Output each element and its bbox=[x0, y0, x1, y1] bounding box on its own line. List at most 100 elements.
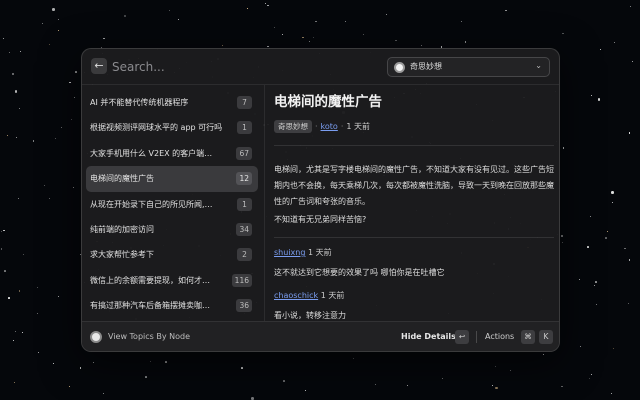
star bbox=[560, 234, 564, 238]
star bbox=[69, 81, 71, 84]
star bbox=[102, 393, 104, 395]
footer-separator bbox=[476, 331, 477, 343]
topic-list-item[interactable]: 微信上的余额需要提现，如何才… 116 bbox=[86, 268, 258, 293]
topic-list-item[interactable]: 大家手机用什么 V2EX 的客户端… 67 bbox=[86, 141, 258, 166]
star bbox=[20, 50, 22, 52]
reply-author-link[interactable]: chaoschick bbox=[274, 291, 318, 300]
star bbox=[14, 330, 16, 332]
topic-title: 大家手机用什么 V2EX 的客户端… bbox=[90, 148, 213, 158]
star bbox=[57, 18, 59, 20]
back-button[interactable]: ← bbox=[91, 58, 107, 74]
topic-title: 电梯间的魔性广告 bbox=[90, 174, 154, 184]
star bbox=[73, 186, 75, 188]
topic-list-item[interactable]: AI 并不能替代传统机器程序 7 bbox=[86, 90, 258, 115]
star bbox=[385, 13, 388, 16]
node-tag[interactable]: 奇思妙想 bbox=[274, 119, 312, 133]
star bbox=[57, 29, 60, 32]
detail-meta: 奇思妙想 · koto · 1 天前 bbox=[274, 119, 554, 133]
divider bbox=[274, 237, 554, 238]
author-link[interactable]: koto bbox=[321, 122, 338, 131]
star bbox=[165, 361, 167, 363]
star bbox=[362, 33, 364, 35]
star bbox=[344, 20, 346, 22]
star bbox=[590, 373, 592, 376]
star bbox=[505, 9, 507, 12]
star bbox=[595, 281, 597, 283]
star bbox=[562, 147, 565, 149]
reply-item: chaoschick 1 天前 看小说，转移注意力 bbox=[274, 289, 554, 321]
star bbox=[590, 216, 592, 218]
raycast-window: ← 奇思妙想 ⌄ AI 并不能替代传统机器程序 7 根据视频测评网球水平的 app … bbox=[81, 48, 560, 352]
star bbox=[631, 61, 633, 63]
star bbox=[73, 97, 75, 99]
reply-count-badge: 36 bbox=[236, 299, 252, 313]
k-key-icon: K bbox=[539, 330, 553, 344]
topic-title: 从现在开始录下自己的所见所闻,… bbox=[90, 199, 213, 209]
topic-title: 根据视频测评网球水平的 app 可行吗 bbox=[90, 123, 223, 133]
node-dropdown[interactable]: 奇思妙想 ⌄ bbox=[387, 57, 550, 77]
topic-list-item[interactable]: 从现在开始录下自己的所见所闻,… 1 bbox=[86, 192, 258, 217]
star bbox=[304, 389, 306, 391]
star bbox=[0, 231, 2, 233]
star bbox=[580, 346, 582, 348]
star bbox=[610, 393, 612, 395]
star bbox=[52, 363, 54, 365]
star bbox=[14, 90, 18, 93]
hide-details-button[interactable]: Hide Details bbox=[401, 332, 456, 341]
reply-count-badge: 67 bbox=[236, 146, 252, 160]
search-input[interactable] bbox=[112, 57, 332, 77]
topic-list-item[interactable]: 有搞过那种汽车后备箱摆摊卖咖… 36 bbox=[86, 293, 258, 318]
topic-list-item[interactable]: 纯前端的加密访问 34 bbox=[86, 217, 258, 242]
star bbox=[58, 295, 60, 297]
star bbox=[353, 358, 355, 360]
view-topics-by-node-label[interactable]: View Topics By Node bbox=[108, 332, 190, 341]
star bbox=[36, 312, 39, 315]
star bbox=[313, 37, 315, 39]
reply-count-badge: 7 bbox=[237, 96, 252, 109]
star bbox=[612, 202, 614, 204]
star bbox=[70, 119, 72, 121]
star bbox=[32, 140, 35, 142]
reply-count-badge: 12 bbox=[236, 172, 252, 186]
reply-count-badge: 116 bbox=[231, 273, 252, 287]
chevron-down-icon: ⌄ bbox=[535, 61, 542, 70]
reply-author-link[interactable]: shuixng bbox=[274, 248, 305, 257]
star bbox=[3, 38, 5, 40]
detail-title: 电梯间的魔性广告 bbox=[274, 94, 382, 110]
topic-list-item[interactable]: 求大家帮忙参考下 2 bbox=[86, 242, 258, 267]
node-dropdown-label: 奇思妙想 bbox=[410, 62, 442, 71]
command-key-icon: ⌘ bbox=[521, 330, 535, 344]
topic-detail: 电梯间的魔性广告 奇思妙想 · koto · 1 天前 电梯间，尤其是写字楼电梯… bbox=[274, 91, 554, 321]
star bbox=[23, 254, 25, 256]
pane-divider bbox=[264, 85, 265, 321]
star bbox=[607, 231, 609, 233]
star bbox=[274, 26, 276, 28]
meta-separator: · bbox=[315, 121, 318, 131]
star bbox=[221, 45, 223, 47]
star bbox=[75, 71, 77, 73]
star bbox=[595, 303, 598, 306]
post-time: 1 天前 bbox=[346, 121, 371, 131]
star bbox=[178, 18, 180, 20]
node-avatar-icon bbox=[90, 331, 102, 343]
star bbox=[395, 39, 397, 42]
topic-content: 电梯间，尤其是写字楼电梯间的魔性广告，不知道大家有没有见过。这些广告短期内也不会… bbox=[274, 165, 554, 206]
star bbox=[18, 197, 20, 199]
star bbox=[281, 34, 283, 36]
topic-list-item[interactable]: 根据视频测评网球水平的 app 可行吗 1 bbox=[86, 115, 258, 140]
star bbox=[406, 385, 408, 386]
star bbox=[588, 378, 590, 380]
reply-body: 看小说，转移注意力 bbox=[274, 311, 346, 320]
star bbox=[624, 247, 626, 250]
star bbox=[590, 94, 593, 97]
reply-meta: shuixng 1 天前 bbox=[274, 246, 554, 260]
topic-title: 有搞过那种汽车后备箱摆摊卖咖… bbox=[90, 301, 210, 311]
star bbox=[11, 72, 15, 76]
topic-title: 求大家帮忙参考下 bbox=[90, 250, 154, 260]
reply-count-badge: 1 bbox=[237, 121, 252, 135]
topic-list-item[interactable]: 电梯间的魔性广告 12 bbox=[86, 166, 258, 192]
star bbox=[578, 279, 580, 281]
topic-list: AI 并不能替代传统机器程序 7 根据视频测评网球水平的 app 可行吗 1 大家手机用… bbox=[86, 90, 258, 318]
actions-button[interactable]: Actions bbox=[485, 332, 514, 341]
star bbox=[54, 137, 56, 139]
